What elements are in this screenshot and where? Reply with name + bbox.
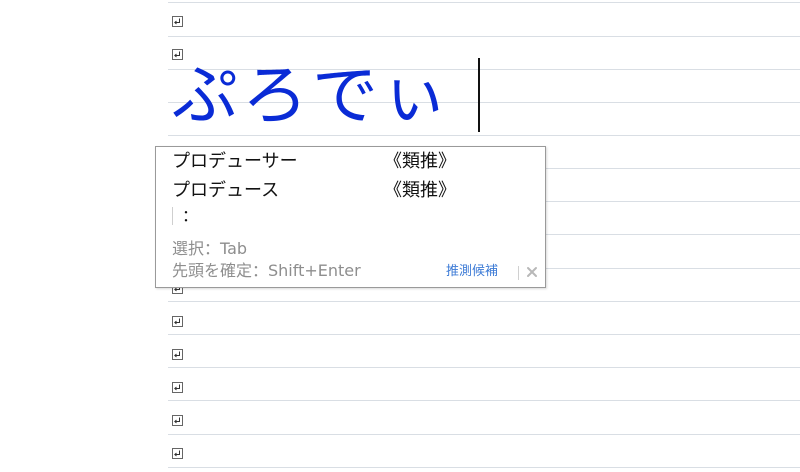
more-candidates-indicator: ： <box>172 205 198 227</box>
paragraph-return-icon <box>172 382 183 393</box>
candidate-word: プロデュース <box>172 180 280 201</box>
more-candidates-mark: ： <box>182 206 199 225</box>
candidate-item[interactable]: プロデューサー 《類推》 <box>172 149 456 175</box>
close-icon[interactable] <box>524 264 540 280</box>
paragraph-return-icon <box>172 448 183 459</box>
ruled-line <box>168 367 800 368</box>
candidate-tag: 《類推》 <box>384 180 456 201</box>
footer-divider <box>518 266 519 280</box>
hint-select: 選択：Tab <box>172 239 248 258</box>
ruled-line <box>168 467 800 468</box>
ruled-line <box>168 2 800 3</box>
ruled-line <box>168 301 800 302</box>
ruled-line <box>168 434 800 435</box>
candidate-item[interactable]: プロデュース 《類推》 <box>172 178 456 204</box>
ruled-line <box>168 334 800 335</box>
scroll-indicator <box>172 207 173 225</box>
ime-composition-text[interactable]: ぷろでぃ <box>172 54 452 138</box>
paragraph-return-icon <box>172 415 183 426</box>
document-area[interactable]: ぷろでぃ プロデューサー 《類推》 プロデュース 《類推》 ： 選択：Tab 先頭を… <box>0 0 800 472</box>
hint-confirm: 先頭を確定：Shift+Enter <box>172 261 361 280</box>
candidate-tag: 《類推》 <box>384 151 456 172</box>
candidate-word: プロデューサー <box>172 151 298 172</box>
paragraph-return-icon <box>172 316 183 327</box>
paragraph-return-icon <box>172 16 183 27</box>
paragraph-return-icon <box>172 349 183 360</box>
predictive-candidates-link[interactable]: 推測候補 <box>446 263 498 281</box>
ruled-line <box>168 400 800 401</box>
ruled-line <box>168 36 800 37</box>
ime-suggestion-popup: プロデューサー 《類推》 プロデュース 《類推》 ： 選択：Tab 先頭を確定：Sh… <box>155 146 546 288</box>
text-caret <box>478 58 480 132</box>
